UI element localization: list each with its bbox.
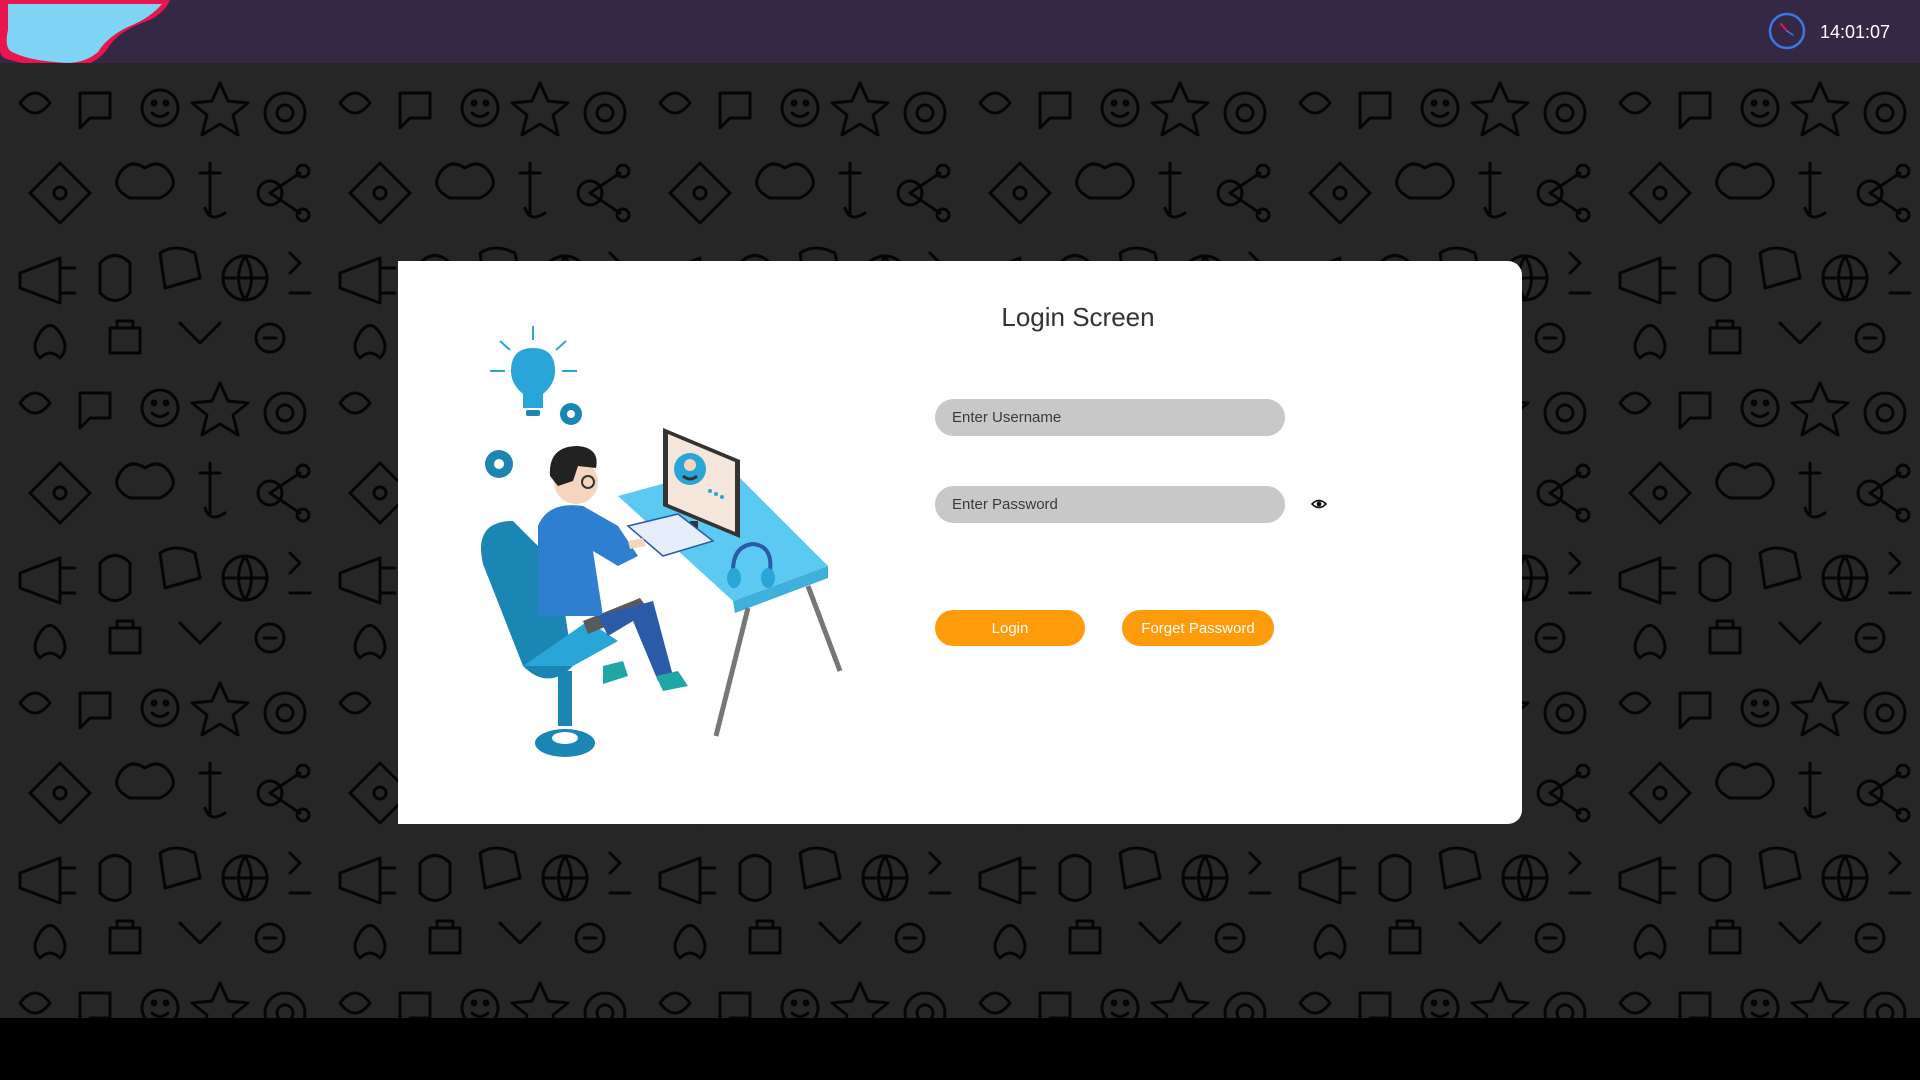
login-card: Login Screen Login Forget Password [398,261,1522,824]
password-input[interactable] [935,486,1285,523]
username-input[interactable] [935,399,1285,436]
forgot-password-button[interactable]: Forget Password [1122,610,1274,646]
developer-illustration [481,326,843,757]
eye-icon[interactable] [1311,496,1327,512]
bottom-strip [0,1018,1920,1080]
login-title: Login Screen [1001,302,1155,332]
clock-icon[interactable] [1767,11,1807,51]
clock-time: 14:01:07 [1820,22,1891,42]
login-button[interactable]: Login [935,610,1085,646]
top-bar: 14:01:07 [0,0,1920,69]
